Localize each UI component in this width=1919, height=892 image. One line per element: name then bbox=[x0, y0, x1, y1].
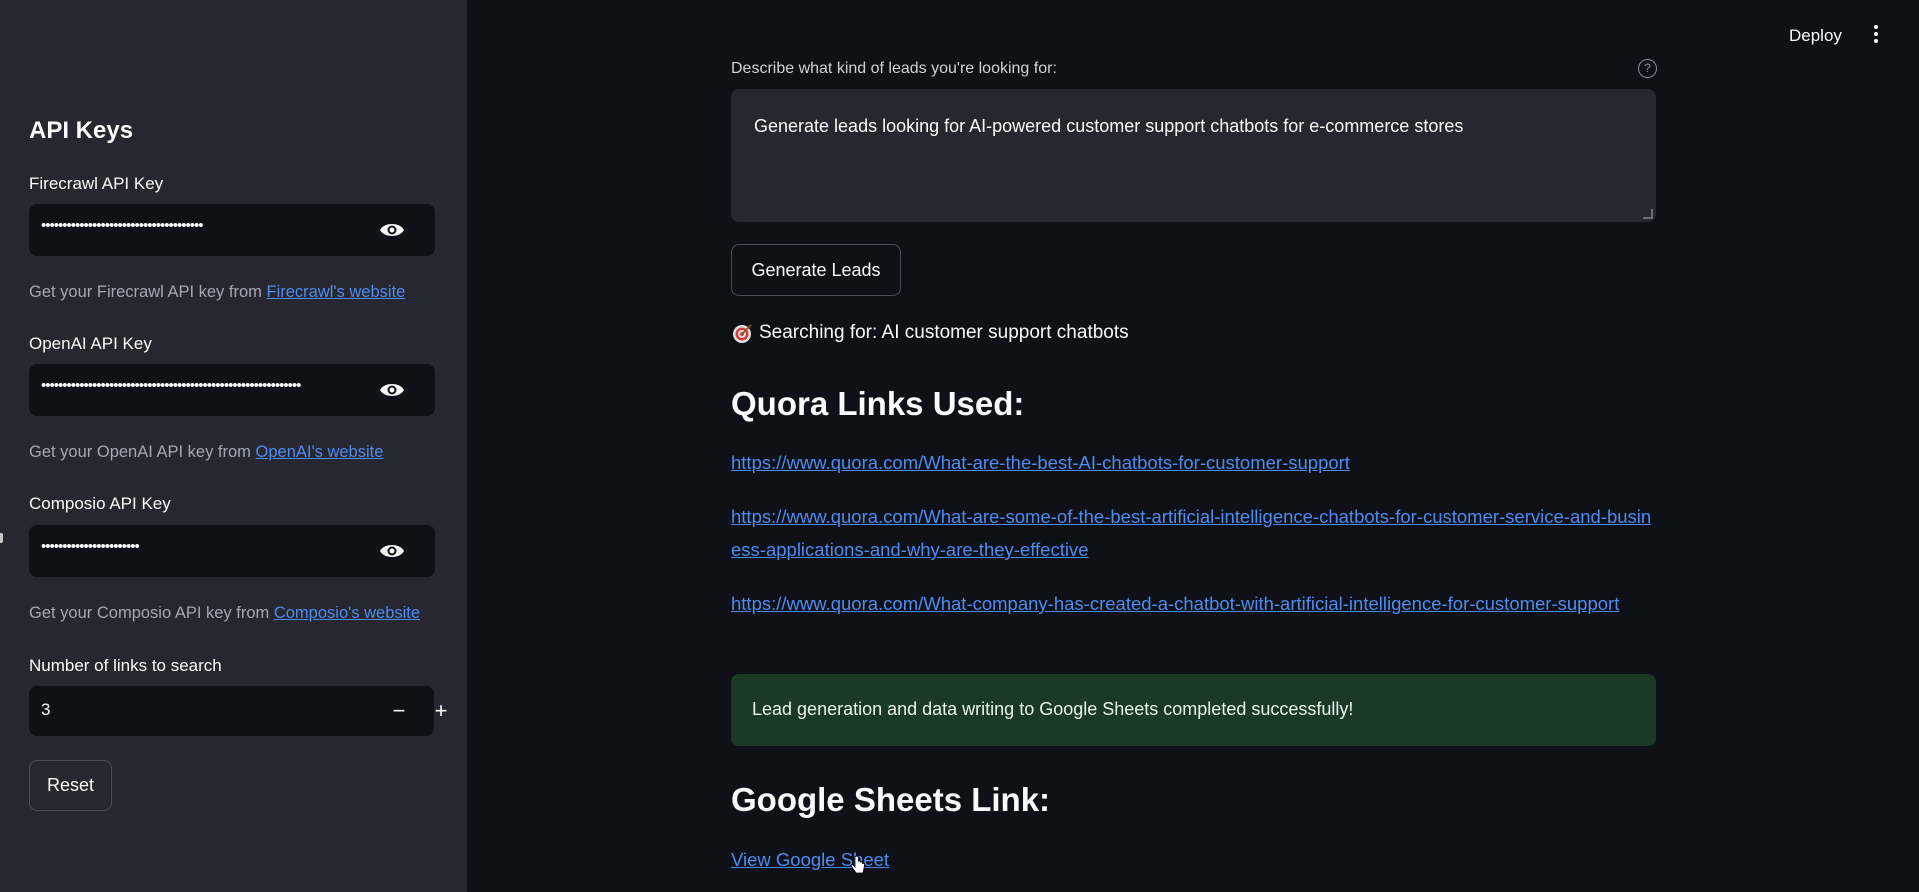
firecrawl-key-input[interactable]: •••••••••••••••••••••••••••••••••••••• bbox=[29, 204, 435, 256]
success-message: Lead generation and data writing to Goog… bbox=[752, 699, 1354, 719]
sidebar-resize-handle[interactable] bbox=[0, 533, 3, 543]
prompt-label: Describe what kind of leads you're looki… bbox=[731, 60, 1057, 77]
quora-link-2[interactable]: https://www.quora.com/What-are-some-of-t… bbox=[731, 500, 1661, 566]
quora-link-3[interactable]: https://www.quora.com/What-company-has-c… bbox=[731, 587, 1661, 620]
composio-key-input[interactable]: ••••••••••••••••••••••• bbox=[29, 525, 435, 577]
links-count-label: Number of links to search bbox=[29, 656, 222, 675]
composio-key-label: Composio API Key bbox=[29, 494, 171, 513]
links-count-input[interactable]: 3 − + bbox=[29, 686, 447, 736]
eye-icon[interactable] bbox=[379, 541, 405, 561]
firecrawl-key-label: Firecrawl API Key bbox=[29, 174, 164, 193]
openai-key-input[interactable]: ••••••••••••••••••••••••••••••••••••••••… bbox=[29, 364, 435, 416]
eye-icon[interactable] bbox=[379, 380, 405, 400]
quora-links-heading: Quora Links Used: bbox=[731, 385, 1025, 422]
kebab-menu-icon[interactable] bbox=[1872, 25, 1880, 47]
success-alert: Lead generation and data writing to Goog… bbox=[731, 674, 1656, 746]
openai-key-label: OpenAI API Key bbox=[29, 334, 152, 353]
firecrawl-help-prefix: Get your Firecrawl API key from bbox=[29, 283, 267, 301]
composio-website-link[interactable]: Composio's website bbox=[274, 604, 420, 622]
eye-icon[interactable] bbox=[379, 220, 405, 240]
composio-help-prefix: Get your Composio API key from bbox=[29, 604, 274, 622]
openai-key-value: ••••••••••••••••••••••••••••••••••••••••… bbox=[41, 377, 301, 394]
composio-key-value: ••••••••••••••••••••••• bbox=[41, 538, 140, 555]
help-icon[interactable]: ? bbox=[1638, 59, 1657, 78]
increment-button[interactable]: + bbox=[425, 696, 457, 726]
links-count-value: 3 bbox=[41, 700, 51, 719]
resize-grip-icon[interactable] bbox=[1643, 209, 1653, 219]
quora-link-1[interactable]: https://www.quora.com/What-are-the-best-… bbox=[731, 446, 1661, 479]
firecrawl-help-text: Get your Firecrawl API key from Firecraw… bbox=[29, 283, 405, 302]
google-sheets-heading: Google Sheets Link: bbox=[731, 781, 1051, 818]
openai-help-text: Get your OpenAI API key from OpenAI's we… bbox=[29, 443, 383, 462]
reset-button[interactable]: Reset bbox=[29, 760, 112, 811]
sidebar-title: API Keys bbox=[29, 117, 134, 144]
openai-help-prefix: Get your OpenAI API key from bbox=[29, 443, 256, 461]
prompt-textarea[interactable]: Generate leads looking for AI-powered cu… bbox=[731, 89, 1656, 222]
app-root: API Keys Firecrawl API Key •••••••••••••… bbox=[0, 0, 1919, 892]
decrement-button[interactable]: − bbox=[383, 696, 415, 726]
sidebar: API Keys Firecrawl API Key •••••••••••••… bbox=[0, 0, 467, 892]
searching-status: Searching for: AI customer support chatb… bbox=[731, 322, 1129, 344]
firecrawl-key-value: •••••••••••••••••••••••••••••••••••••• bbox=[41, 217, 204, 234]
prompt-value: Generate leads looking for AI-powered cu… bbox=[754, 116, 1464, 136]
composio-help-text: Get your Composio API key from Composio'… bbox=[29, 604, 420, 623]
firecrawl-website-link[interactable]: Firecrawl's website bbox=[266, 283, 405, 301]
searching-text: Searching for: AI customer support chatb… bbox=[759, 322, 1129, 343]
openai-website-link[interactable]: OpenAI's website bbox=[256, 443, 384, 461]
hand-cursor-icon bbox=[850, 856, 865, 874]
deploy-button[interactable]: Deploy bbox=[1789, 26, 1842, 46]
generate-leads-button[interactable]: Generate Leads bbox=[731, 244, 901, 296]
target-icon bbox=[733, 324, 752, 343]
